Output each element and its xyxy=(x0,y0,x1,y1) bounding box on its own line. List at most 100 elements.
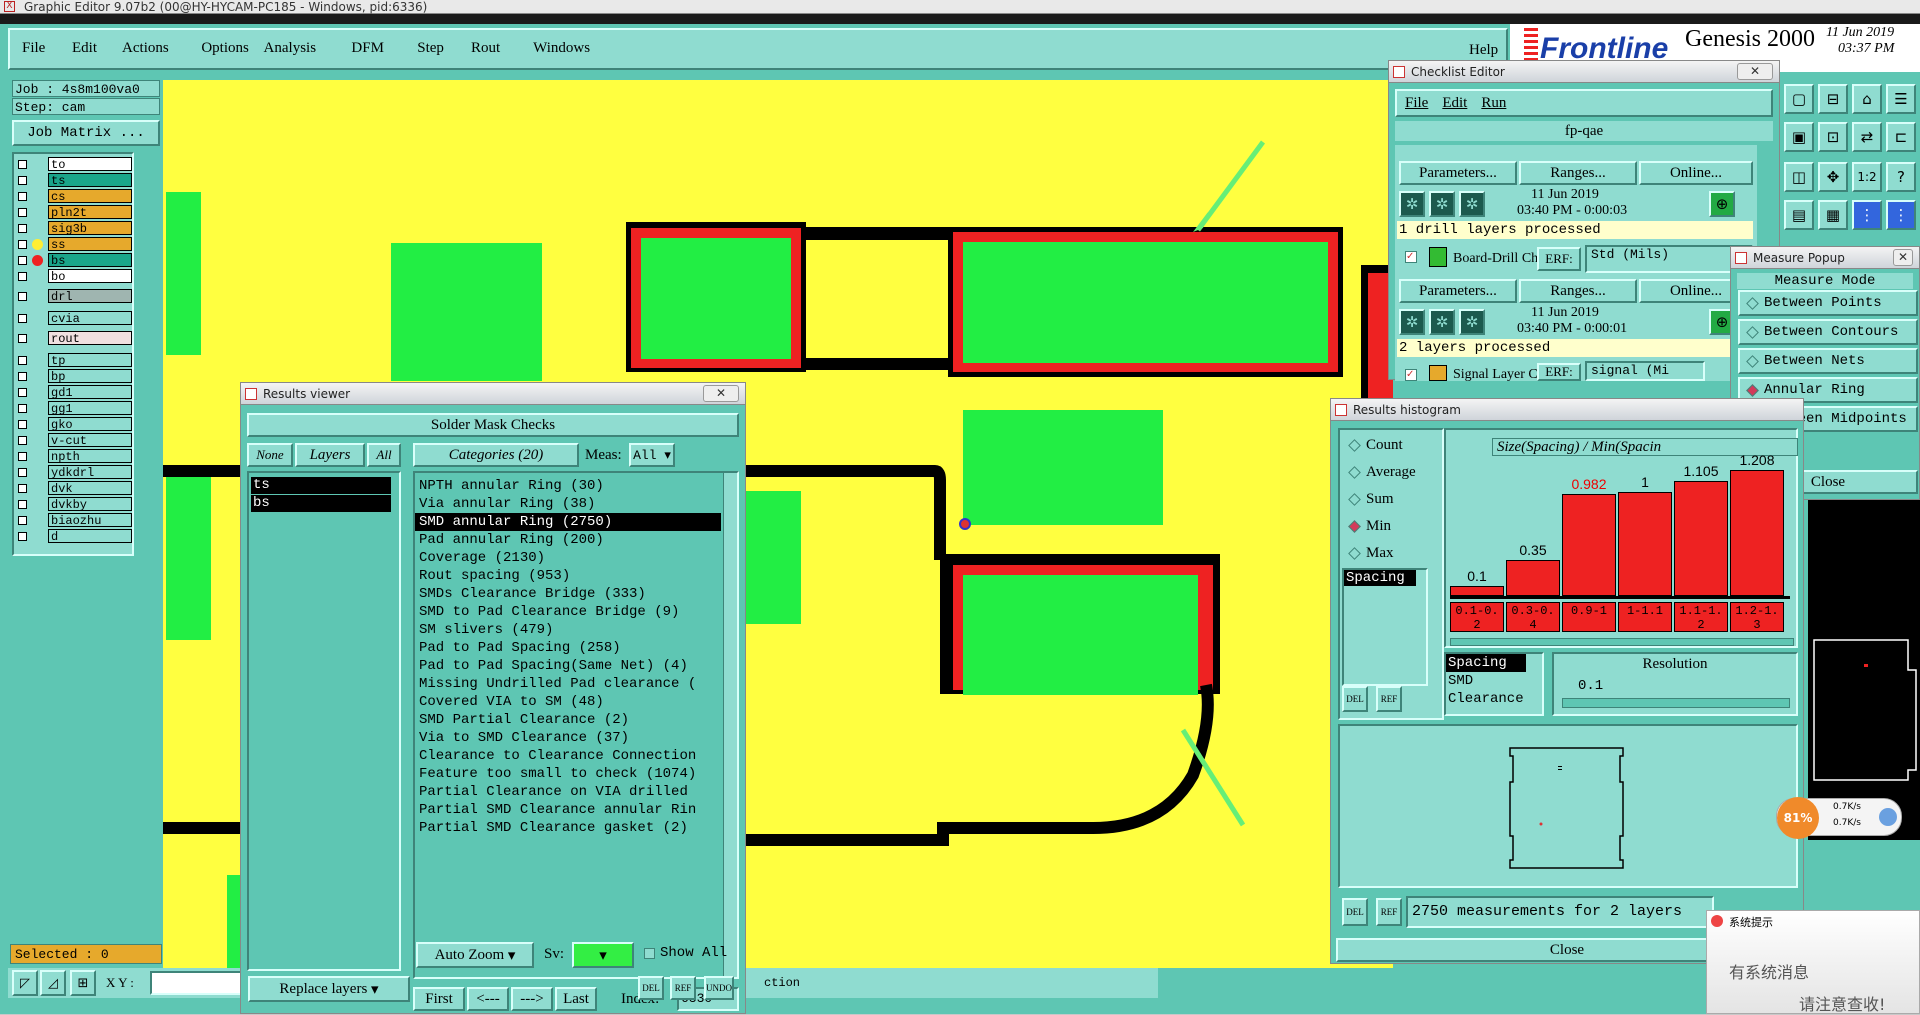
run-icon[interactable]: ✲ xyxy=(1429,191,1455,217)
stat-option-min[interactable]: Min xyxy=(1344,515,1391,537)
hist-ref-button-2[interactable]: REF xyxy=(1376,898,1402,926)
measure-mode-between-contours[interactable]: Between Contours xyxy=(1738,319,1918,345)
category-item[interactable]: NPTH annular Ring (30) xyxy=(415,477,721,495)
layer-checkbox[interactable] xyxy=(18,240,27,249)
category-item[interactable]: Partial SMD Clearance annular Rin xyxy=(415,801,721,819)
layer-checkbox[interactable] xyxy=(18,388,27,397)
run-icon[interactable]: ✲ xyxy=(1399,191,1425,217)
run-icon[interactable]: ✲ xyxy=(1459,191,1485,217)
type-list[interactable]: Spacing SMD Clearance xyxy=(1444,652,1544,716)
layer-row-d[interactable]: d xyxy=(14,529,132,544)
meas-dropdown[interactable]: All ▾ xyxy=(629,443,675,467)
tool-icon[interactable]: ▣ xyxy=(1784,122,1814,152)
menu-dfm[interactable]: DFM xyxy=(351,40,384,57)
layer-checkbox[interactable] xyxy=(18,256,27,265)
scale-icon[interactable]: 1:2 xyxy=(1852,162,1882,192)
home-icon[interactable]: ⌂ xyxy=(1852,84,1882,114)
job-matrix-button[interactable]: Job Matrix ... xyxy=(12,120,160,146)
layer-checkbox[interactable] xyxy=(18,420,27,429)
layer-row-pln2t[interactable]: pln2t xyxy=(14,205,132,220)
tool-icon[interactable]: ⋮ xyxy=(1886,200,1916,230)
layer-row-ydkdrl[interactable]: ydkdrl xyxy=(14,465,132,480)
layer-row-bp[interactable]: bp xyxy=(14,369,132,384)
menu-edit[interactable]: Edit xyxy=(72,40,97,57)
measure-mode-between-points[interactable]: Between Points xyxy=(1738,290,1918,316)
tool-icon-1[interactable]: ◸ xyxy=(12,970,38,996)
tool-icon[interactable]: ⇄ xyxy=(1852,122,1882,152)
xy-input[interactable] xyxy=(150,971,250,995)
layer-row-npth[interactable]: npth xyxy=(14,449,132,464)
stat-option-average[interactable]: Average xyxy=(1344,461,1416,483)
menu-options[interactable]: Options xyxy=(201,40,249,57)
layer-row-v-cut[interactable]: v-cut xyxy=(14,433,132,448)
menu-analysis[interactable]: Analysis xyxy=(264,40,317,57)
ranges-button[interactable]: Ranges... xyxy=(1519,161,1637,185)
help-icon[interactable]: ? xyxy=(1886,162,1916,192)
grid-icon[interactable]: ⊞ xyxy=(70,970,96,996)
hist-del-button-2[interactable]: DEL xyxy=(1342,898,1368,926)
layer-checkbox[interactable] xyxy=(18,176,27,185)
tool-icon[interactable]: ☰ xyxy=(1886,84,1916,114)
layer-row-cvia[interactable]: cvia xyxy=(14,311,132,326)
first-button[interactable]: First xyxy=(413,987,465,1011)
category-item[interactable]: Rout spacing (953) xyxy=(415,567,721,585)
action-checkbox[interactable]: ✓ xyxy=(1405,369,1417,381)
histogram-bar[interactable] xyxy=(1674,481,1728,596)
layer-row-biaozhu[interactable]: biaozhu xyxy=(14,513,132,528)
layer-checkbox[interactable] xyxy=(18,532,27,541)
all-button[interactable]: All xyxy=(367,443,401,467)
ranges-button-2[interactable]: Ranges... xyxy=(1519,279,1637,303)
close-icon[interactable]: ✕ xyxy=(1737,63,1773,80)
layer-checkbox[interactable] xyxy=(18,334,27,343)
auto-zoom-dropdown[interactable]: Auto Zoom ▾ xyxy=(416,942,534,968)
category-item[interactable]: Partial Clearance on VIA drilled xyxy=(415,783,721,801)
category-item[interactable]: Pad annular Ring (200) xyxy=(415,531,721,549)
layer-checkbox[interactable] xyxy=(18,272,27,281)
layer-row-bo[interactable]: bo xyxy=(14,269,132,284)
spacing-list[interactable]: Spacing xyxy=(1342,568,1428,686)
category-item[interactable]: Feature too small to check (1074) xyxy=(415,765,721,783)
layer-row-bs[interactable]: bs xyxy=(14,253,132,268)
layer-checkbox[interactable] xyxy=(18,160,27,169)
tool-icon-2[interactable]: ◿ xyxy=(40,970,66,996)
categories-button[interactable]: Categories (20) xyxy=(413,443,579,467)
category-item[interactable]: Pad to Pad Spacing (258) xyxy=(415,639,721,657)
last-button[interactable]: Last xyxy=(555,987,597,1011)
layer-row-tp[interactable]: tp xyxy=(14,353,132,368)
notification-popup[interactable]: 系统提示 有系统消息 请注意查收! xyxy=(1706,910,1920,1014)
category-item[interactable]: Covered VIA to SM (48) xyxy=(415,693,721,711)
category-item[interactable]: Clearance to Clearance Connection xyxy=(415,747,721,765)
category-item[interactable]: Pad to Pad Spacing(Same Net) (4) xyxy=(415,657,721,675)
type-item[interactable]: SMD xyxy=(1446,672,1542,690)
layer-checkbox[interactable] xyxy=(18,436,27,445)
tool-icon[interactable]: ⊡ xyxy=(1818,122,1848,152)
sv-color-dropdown[interactable]: ▾ xyxy=(572,942,634,968)
layer-checkbox[interactable] xyxy=(18,468,27,477)
stat-option-count[interactable]: Count xyxy=(1344,434,1403,456)
erf-value[interactable]: Std (Mils) xyxy=(1585,245,1753,273)
undo-button[interactable]: UNDO xyxy=(704,976,734,1000)
measure-mode-between-nets[interactable]: Between Nets xyxy=(1738,348,1918,374)
category-item[interactable]: Via annular Ring (38) xyxy=(415,495,721,513)
widget-icon[interactable] xyxy=(1879,808,1897,826)
category-item[interactable]: SMD annular Ring (2750) xyxy=(415,513,721,531)
layer-checkbox[interactable] xyxy=(18,484,27,493)
categories-scrollbar[interactable] xyxy=(723,473,737,977)
histogram-bar[interactable] xyxy=(1450,586,1504,596)
layer-checkbox[interactable] xyxy=(18,500,27,509)
prev-button[interactable]: <--- xyxy=(467,987,509,1011)
result-layer-item[interactable]: bs xyxy=(251,495,391,512)
tool-icon[interactable]: ⊟ xyxy=(1818,84,1848,114)
del-button[interactable]: DEL xyxy=(638,976,664,1000)
run-icon[interactable]: ✲ xyxy=(1429,309,1455,335)
close-icon[interactable]: ✕ xyxy=(1893,249,1913,266)
action-checkbox[interactable]: ✓ xyxy=(1405,251,1417,263)
category-item[interactable]: Coverage (2130) xyxy=(415,549,721,567)
menu-windows[interactable]: Windows xyxy=(533,40,590,57)
layer-row-dvk[interactable]: dvk xyxy=(14,481,132,496)
layer-row-gd1[interactable]: gd1 xyxy=(14,385,132,400)
online-button[interactable]: Online... xyxy=(1639,161,1753,185)
next-button[interactable]: ---> xyxy=(511,987,553,1011)
histogram-bar[interactable] xyxy=(1730,470,1784,596)
layer-checkbox[interactable] xyxy=(18,404,27,413)
